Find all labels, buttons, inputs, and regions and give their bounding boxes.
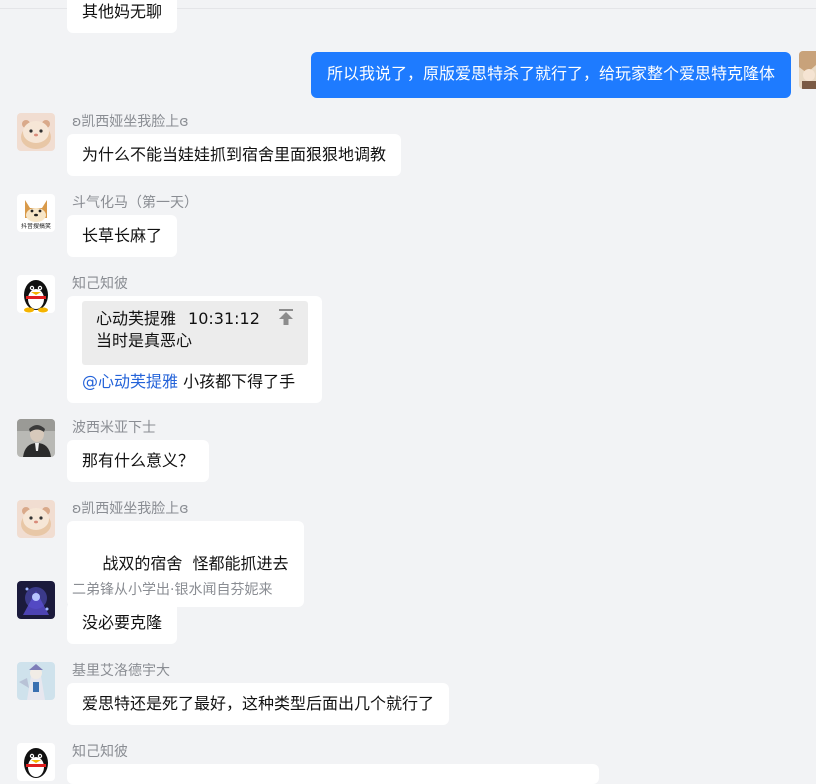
message-text: 没必要克隆 (82, 613, 163, 632)
message-text: 小孩都下得了手 (183, 372, 296, 391)
message-bubble-outgoing[interactable]: 所以我说了，原版爱思特杀了就行了，给玩家整个爱思特克隆体 (310, 52, 791, 98)
quote-text: 当时是真恶心 (96, 331, 193, 350)
mention-link[interactable]: @心动芙提雅 (82, 372, 178, 391)
avatar-caption: 抖音搜搞笑 (20, 223, 51, 230)
message-text: 长草长麻了 (82, 226, 163, 245)
qq-penguin-avatar-icon[interactable] (17, 743, 55, 781)
sender-name[interactable]: 知己知彼 (72, 275, 128, 293)
message-text: 为什么不能当娃娃抓到宿舍里面狠狠地调教 (82, 145, 387, 164)
dark-purple-character-avatar-icon[interactable] (17, 581, 55, 619)
qq-penguin-avatar-icon[interactable] (17, 275, 55, 313)
message-bubble[interactable]: 没必要克隆 (67, 602, 178, 644)
hamster-avatar-icon[interactable] (17, 113, 55, 151)
quote-author: 心动芙提雅 (96, 309, 177, 328)
message-bubble[interactable]: 其他妈无聊 (67, 0, 178, 33)
anime-avatar-icon[interactable] (799, 51, 816, 89)
message-bubble[interactable] (67, 764, 599, 784)
sender-name[interactable]: ʚ凯西娅坐我脸上ɞ (72, 500, 189, 518)
message-bubble[interactable]: 为什么不能当娃娃抓到宿舍里面狠狠地调教 (67, 134, 402, 176)
quote-header: 心动芙提雅 10:31:12 (96, 308, 294, 330)
reply-body: @心动芙提雅 小孩都下得了手 (82, 371, 295, 393)
mecha-character-avatar-icon[interactable] (17, 662, 55, 700)
message-bubble[interactable]: 那有什么意义？ (67, 440, 210, 482)
message-text: 所以我说了，原版爱思特杀了就行了，给玩家整个爱思特克隆体 (326, 64, 775, 83)
message-text: 那有什么意义？ (82, 451, 195, 470)
quoted-message[interactable]: 心动芙提雅 10:31:12 当时是真恶心 (82, 301, 308, 365)
hamster-avatar-icon[interactable] (17, 500, 55, 538)
message-text: 爱思特还是死了最好，这种类型后面出几个就行了 (82, 694, 435, 713)
message-text: 战双的宿舍 怪都能抓进去 (102, 554, 289, 573)
message-text: 其他妈无聊 (82, 2, 163, 21)
sender-name[interactable]: 知己知彼 (72, 743, 128, 761)
portrait-photo-avatar-icon[interactable] (17, 419, 55, 457)
jump-to-original-icon[interactable] (277, 308, 295, 326)
sender-name[interactable]: 波西米亚下士 (72, 419, 156, 437)
quote-time: 10:31:12 (188, 309, 260, 328)
message-bubble[interactable]: 爱思特还是死了最好，这种类型后面出几个就行了 (67, 683, 450, 725)
sender-name[interactable]: 二弟锋从小学出·银水闻自芬妮来 (72, 581, 272, 599)
message-bubble[interactable]: 长草长麻了 (67, 215, 178, 257)
sender-name[interactable]: ʚ凯西娅坐我脸上ɞ (72, 113, 189, 131)
sender-name[interactable]: 基里艾洛德宇大 (72, 662, 170, 680)
sender-name[interactable]: 斗气化马（第一天） (72, 194, 198, 212)
